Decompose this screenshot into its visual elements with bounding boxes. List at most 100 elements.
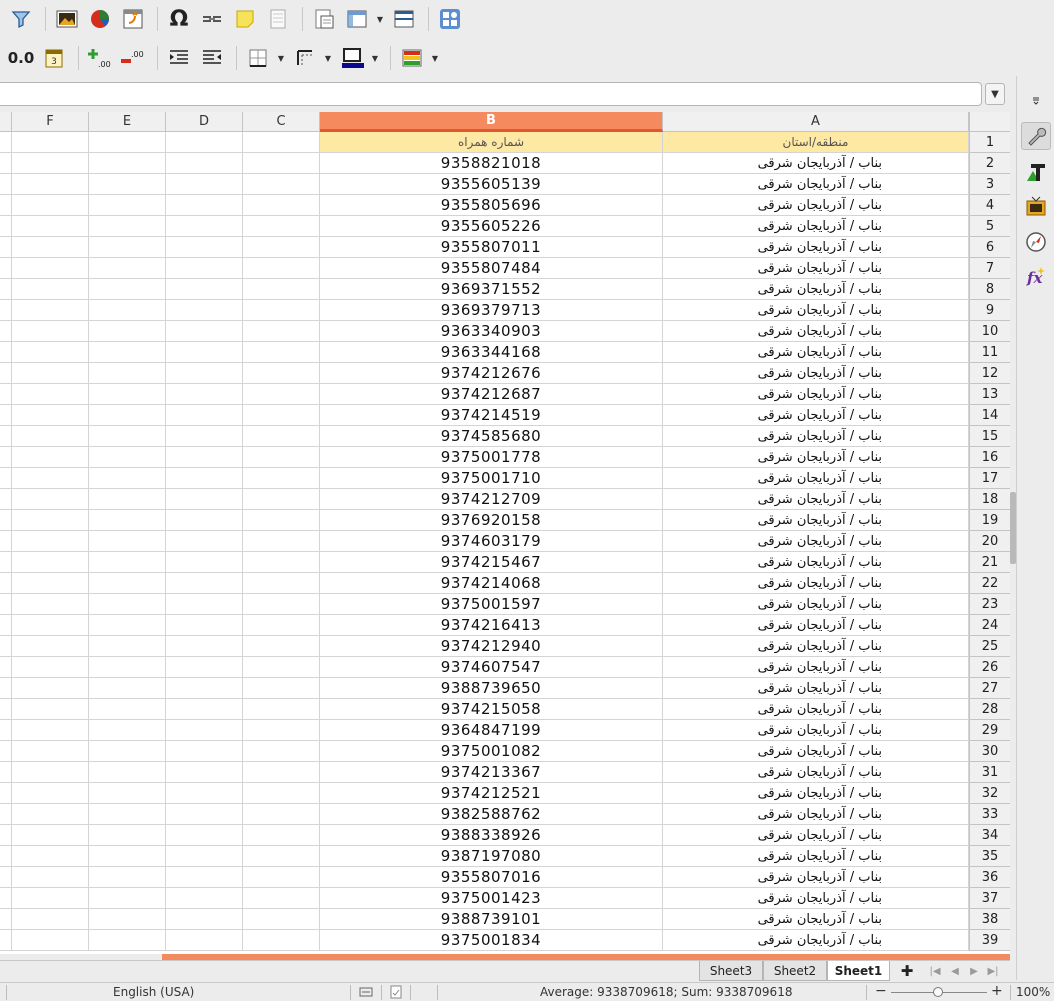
region-cell[interactable]: بناب / آذربایجان شرقی	[663, 720, 969, 741]
row-header[interactable]: 21	[969, 552, 1010, 573]
cell[interactable]	[243, 237, 320, 258]
region-cell[interactable]: بناب / آذربایجان شرقی	[663, 300, 969, 321]
sidebar-menu-icon[interactable]	[1021, 86, 1051, 114]
conditional-format-icon[interactable]	[397, 43, 427, 73]
phone-cell[interactable]: 9355805696	[320, 195, 663, 216]
column-header-a[interactable]: A	[663, 112, 969, 132]
language-status[interactable]: English (USA)	[113, 985, 194, 999]
row-header[interactable]: 19	[969, 510, 1010, 531]
row-header[interactable]: 23	[969, 594, 1010, 615]
cell[interactable]	[12, 510, 89, 531]
sheet-tab-active[interactable]: Sheet1	[827, 961, 890, 981]
phone-cell[interactable]: 9374212709	[320, 489, 663, 510]
cell[interactable]	[166, 531, 243, 552]
cell[interactable]	[89, 888, 166, 909]
phone-cell[interactable]: 9363340903	[320, 321, 663, 342]
cell[interactable]	[12, 153, 89, 174]
cell[interactable]	[243, 363, 320, 384]
region-cell[interactable]: بناب / آذربایجان شرقی	[663, 888, 969, 909]
cell[interactable]	[0, 846, 12, 867]
cell[interactable]	[89, 468, 166, 489]
region-cell[interactable]: بناب / آذربایجان شرقی	[663, 552, 969, 573]
row-header[interactable]: 22	[969, 573, 1010, 594]
cell[interactable]	[89, 741, 166, 762]
cell[interactable]	[89, 447, 166, 468]
cell[interactable]	[0, 405, 12, 426]
cell[interactable]	[89, 510, 166, 531]
cell[interactable]	[12, 258, 89, 279]
cell[interactable]	[12, 342, 89, 363]
cell[interactable]	[166, 363, 243, 384]
phone-cell[interactable]: 9375001082	[320, 741, 663, 762]
phone-cell[interactable]: 9375001423	[320, 888, 663, 909]
select-all-corner[interactable]	[969, 112, 1010, 132]
cell[interactable]	[12, 636, 89, 657]
cell[interactable]	[243, 783, 320, 804]
cell[interactable]	[0, 783, 12, 804]
cell[interactable]	[12, 426, 89, 447]
cell[interactable]	[12, 615, 89, 636]
cell[interactable]	[166, 552, 243, 573]
cell[interactable]	[0, 657, 12, 678]
sheet-tab[interactable]: Sheet2	[763, 961, 827, 981]
region-cell[interactable]: بناب / آذربایجان شرقی	[663, 615, 969, 636]
cell[interactable]	[166, 720, 243, 741]
phone-cell[interactable]: 9355807484	[320, 258, 663, 279]
region-cell[interactable]: بناب / آذربایجان شرقی	[663, 321, 969, 342]
row-header[interactable]: 9	[969, 300, 1010, 321]
cell[interactable]	[166, 426, 243, 447]
row-header[interactable]: 34	[969, 825, 1010, 846]
cell[interactable]	[0, 300, 12, 321]
phone-cell[interactable]: 9374212687	[320, 384, 663, 405]
cell[interactable]	[243, 720, 320, 741]
chevron-down-icon[interactable]: ▼	[375, 15, 385, 24]
cell[interactable]	[243, 762, 320, 783]
row-header[interactable]: 13	[969, 384, 1010, 405]
cell[interactable]	[166, 216, 243, 237]
cell[interactable]	[12, 405, 89, 426]
phone-cell[interactable]: 9355605226	[320, 216, 663, 237]
cell[interactable]	[12, 888, 89, 909]
cell[interactable]	[89, 321, 166, 342]
hyperlink-icon[interactable]	[197, 4, 227, 34]
phone-cell[interactable]: 9388739650	[320, 678, 663, 699]
cell[interactable]	[12, 846, 89, 867]
cell[interactable]	[89, 489, 166, 510]
column-header-e[interactable]: E	[89, 112, 166, 132]
cell[interactable]	[243, 342, 320, 363]
cell[interactable]	[243, 678, 320, 699]
cell[interactable]	[12, 804, 89, 825]
cell[interactable]	[166, 699, 243, 720]
phone-cell[interactable]: 9374214068	[320, 573, 663, 594]
cell[interactable]	[12, 741, 89, 762]
cell[interactable]	[243, 699, 320, 720]
cell[interactable]	[12, 321, 89, 342]
cell[interactable]	[12, 867, 89, 888]
column-header-f[interactable]: F	[12, 112, 89, 132]
insert-pivot-table-icon[interactable]	[118, 4, 148, 34]
chevron-down-icon[interactable]: ▼	[430, 54, 440, 63]
row-header[interactable]: 28	[969, 699, 1010, 720]
header-cell-region[interactable]: منطقه/استان	[663, 132, 969, 153]
cell[interactable]	[243, 510, 320, 531]
cell[interactable]	[243, 258, 320, 279]
region-cell[interactable]: بناب / آذربایجان شرقی	[663, 510, 969, 531]
row-header[interactable]: 2	[969, 153, 1010, 174]
region-cell[interactable]: بناب / آذربایجان شرقی	[663, 216, 969, 237]
cell[interactable]	[166, 447, 243, 468]
cell[interactable]	[12, 573, 89, 594]
cell[interactable]	[0, 216, 12, 237]
delete-decimal-place-icon[interactable]: .00	[118, 43, 148, 73]
row-header[interactable]: 17	[969, 468, 1010, 489]
row-header[interactable]: 18	[969, 489, 1010, 510]
cell[interactable]	[0, 237, 12, 258]
cell[interactable]	[243, 804, 320, 825]
row-header[interactable]: 5	[969, 216, 1010, 237]
cell[interactable]	[0, 258, 12, 279]
cell[interactable]	[243, 132, 320, 153]
cell[interactable]	[0, 384, 12, 405]
zoom-out-button[interactable]: −	[875, 983, 887, 999]
cell[interactable]	[166, 594, 243, 615]
cell[interactable]	[89, 615, 166, 636]
cell[interactable]	[166, 678, 243, 699]
